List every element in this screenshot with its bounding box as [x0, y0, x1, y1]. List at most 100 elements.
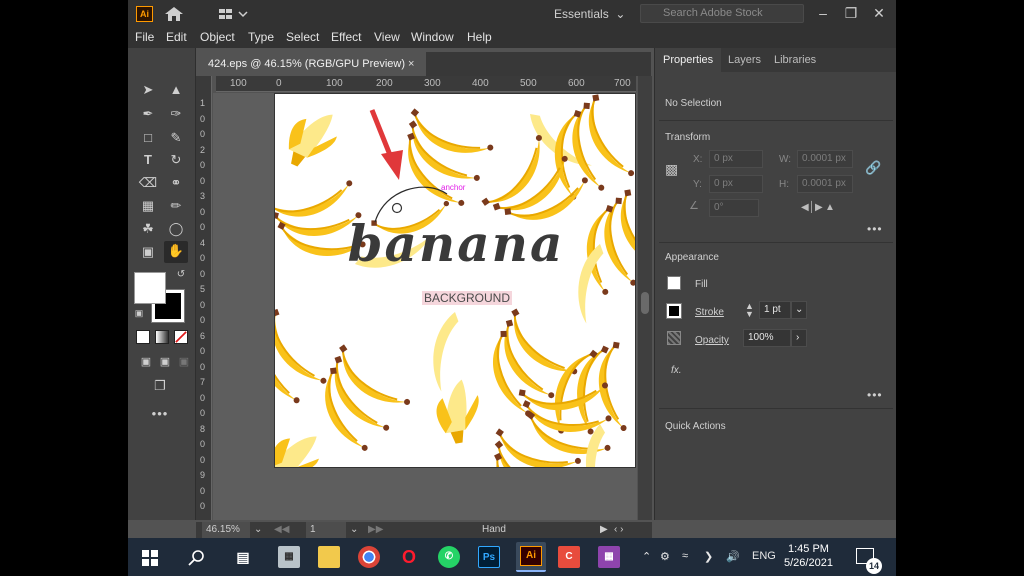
stroke-label[interactable]: Stroke: [695, 307, 724, 318]
camtasia-icon[interactable]: C: [558, 546, 580, 568]
winrar-icon[interactable]: ▦: [598, 546, 620, 568]
close-tab-icon[interactable]: ×: [408, 52, 414, 76]
flip-vertical-icon[interactable]: ▲: [825, 202, 835, 213]
x-field[interactable]: 0 px: [709, 150, 763, 168]
zoom-field[interactable]: 46.15%: [202, 522, 250, 538]
status-menu-icon[interactable]: ▶: [600, 522, 608, 538]
next-artboard-icon[interactable]: ▶▶: [368, 522, 383, 538]
rectangle-tool-icon[interactable]: □: [138, 128, 158, 148]
color-mode-icon[interactable]: [136, 330, 150, 344]
lasso-tool-icon[interactable]: ⚭: [166, 173, 186, 193]
opera-icon[interactable]: O: [398, 546, 420, 568]
menu-view[interactable]: View: [374, 30, 400, 44]
restore-button[interactable]: ❐: [840, 3, 862, 23]
file-explorer-icon[interactable]: [318, 546, 340, 568]
curvature-tool-icon[interactable]: ✑: [166, 104, 186, 124]
stroke-weight-chevron-icon[interactable]: ⌄: [791, 301, 807, 319]
clock[interactable]: 1:45 PM 5/26/2021: [784, 542, 833, 570]
gradient-mode-icon[interactable]: [155, 330, 169, 344]
show-hidden-icons-icon[interactable]: ⌃: [642, 550, 651, 563]
type-tool-icon[interactable]: T: [138, 150, 158, 170]
illustrator-taskbar-button[interactable]: Ai: [516, 542, 546, 572]
windows-start-icon[interactable]: [142, 550, 158, 566]
menu-object[interactable]: Object: [200, 30, 235, 44]
workspace-switcher[interactable]: Essentials ⌄: [554, 7, 625, 21]
fill-swatch[interactable]: [667, 276, 681, 290]
artboard[interactable]: anchor banana BACKGROUND: [274, 93, 636, 468]
menu-help[interactable]: Help: [467, 30, 492, 44]
task-view-icon[interactable]: ▤: [232, 546, 254, 568]
artboard-chevron-icon[interactable]: ⌄: [350, 522, 358, 538]
opacity-label[interactable]: Opacity: [695, 335, 729, 346]
blend-tool-icon[interactable]: ◯: [166, 219, 186, 239]
selection-tool-icon[interactable]: ➤: [138, 80, 158, 100]
pen-tool-icon[interactable]: ✒: [138, 104, 158, 124]
opacity-chevron-icon[interactable]: ›: [791, 329, 807, 347]
menu-select[interactable]: Select: [286, 30, 319, 44]
close-window-button[interactable]: ✕: [868, 3, 890, 23]
language-indicator[interactable]: ENG: [752, 550, 776, 562]
default-colors-icon[interactable]: ▣: [132, 306, 146, 320]
first-artboard-icon[interactable]: ◀◀: [274, 522, 289, 538]
reference-point-icon[interactable]: ▩: [665, 160, 683, 178]
volume-icon[interactable]: 🔊: [726, 550, 740, 563]
symbol-sprayer-tool-icon[interactable]: ☘: [138, 219, 158, 239]
draw-inside-icon[interactable]: ▣: [174, 352, 194, 372]
change-screen-mode-icon[interactable]: ❐: [150, 376, 170, 396]
menu-edit[interactable]: Edit: [166, 30, 187, 44]
tab-properties[interactable]: Properties: [655, 48, 722, 72]
eyedropper-tool-icon[interactable]: ✏: [166, 196, 186, 216]
home-icon[interactable]: [164, 6, 184, 22]
chrome-icon[interactable]: [358, 546, 380, 568]
fill-color-swatch[interactable]: [134, 272, 166, 304]
document-tab[interactable]: 424.eps @ 46.15% (RGB/GPU Preview): [196, 52, 426, 76]
arrange-documents-icon[interactable]: [218, 8, 248, 20]
h-field[interactable]: 0.0001 px: [797, 175, 853, 193]
more-options-icon[interactable]: •••: [867, 222, 883, 236]
stroke-swatch[interactable]: [666, 303, 682, 319]
paintbrush-tool-icon[interactable]: ✎: [166, 128, 186, 148]
fx-icon[interactable]: fx.: [671, 365, 682, 376]
direct-selection-tool-icon[interactable]: ▲: [166, 80, 186, 100]
scroll-left-icon[interactable]: ‹ ›: [614, 522, 623, 538]
canvas-area[interactable]: anchor banana BACKGROUND: [213, 93, 637, 520]
network-alert-icon[interactable]: ⚙: [660, 550, 670, 563]
gradient-tool-icon[interactable]: ▦: [138, 196, 158, 216]
menu-window[interactable]: Window: [411, 30, 454, 44]
stroke-stepper-icon[interactable]: ▲ ▼: [745, 302, 754, 319]
hand-tool-icon[interactable]: ✋: [164, 241, 188, 263]
opacity-field[interactable]: 100%: [743, 329, 791, 347]
tab-layers[interactable]: Layers: [728, 48, 761, 72]
scroll-thumb[interactable]: [641, 292, 649, 314]
vertical-scrollbar[interactable]: [638, 76, 652, 520]
y-field[interactable]: 0 px: [709, 175, 763, 193]
menu-effect[interactable]: Effect: [331, 30, 361, 44]
wifi-icon[interactable]: ≈: [682, 550, 688, 562]
rotate-tool-icon[interactable]: ↻: [166, 150, 186, 170]
search-icon[interactable]: [188, 549, 206, 567]
zoom-chevron-icon[interactable]: ⌄: [254, 522, 262, 538]
eraser-tool-icon[interactable]: ⌫: [138, 173, 158, 193]
swap-colors-icon[interactable]: ↺: [174, 268, 188, 282]
photoshop-icon[interactable]: Ps: [478, 546, 500, 568]
edit-toolbar-icon[interactable]: •••: [150, 404, 170, 424]
wifi-signal-icon[interactable]: ❯: [704, 550, 713, 563]
whatsapp-icon[interactable]: ✆: [438, 546, 460, 568]
stroke-weight-field[interactable]: 1 pt: [759, 301, 791, 319]
artboard-tool-icon[interactable]: ▣: [138, 242, 158, 262]
minimize-button[interactable]: –: [812, 3, 834, 23]
menu-type[interactable]: Type: [248, 30, 274, 44]
artboard-number-field[interactable]: 1: [306, 522, 346, 538]
draw-normal-icon[interactable]: ▣: [136, 352, 156, 372]
draw-behind-icon[interactable]: ▣: [155, 352, 175, 372]
calculator-icon[interactable]: ▦: [278, 546, 300, 568]
tab-libraries[interactable]: Libraries: [774, 48, 816, 72]
flip-horizontal-icon[interactable]: ◀│▶: [801, 202, 823, 213]
appearance-more-icon[interactable]: •••: [867, 388, 883, 402]
rotate-field[interactable]: 0°: [709, 199, 759, 217]
none-mode-icon[interactable]: [174, 330, 188, 344]
w-field[interactable]: 0.0001 px: [797, 150, 853, 168]
menu-file[interactable]: File: [135, 30, 154, 44]
search-stock-input[interactable]: Search Adobe Stock: [640, 4, 804, 23]
constrain-proportions-icon[interactable]: 🔗: [865, 160, 881, 176]
